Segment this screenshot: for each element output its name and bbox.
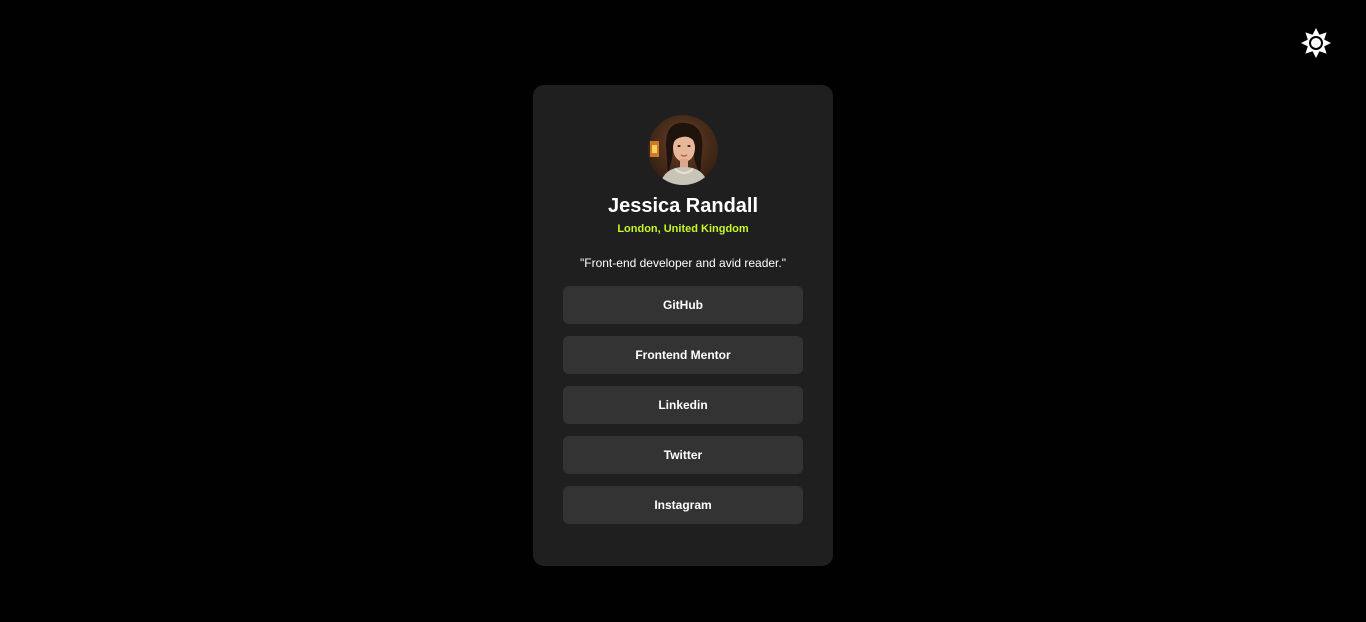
linkedin-link-button[interactable]: Linkedin — [563, 386, 803, 424]
profile-card: Jessica Randall London, United Kingdom "… — [533, 85, 833, 566]
sun-icon — [1301, 28, 1331, 58]
profile-name: Jessica Randall — [607, 195, 759, 217]
theme-toggle-button[interactable] — [1300, 27, 1332, 59]
profile-bio: "Front-end developer and avid reader." — [580, 256, 786, 270]
instagram-link-button[interactable]: Instagram — [563, 486, 803, 524]
avatar — [648, 115, 718, 185]
profile-location: London, United Kingdom — [617, 223, 749, 235]
twitter-link-button[interactable]: Twitter — [563, 436, 803, 474]
social-links: GitHub Frontend Mentor Linkedin Twitter … — [563, 286, 803, 536]
github-link-button[interactable]: GitHub — [563, 286, 803, 324]
frontend-mentor-link-button[interactable]: Frontend Mentor — [563, 336, 803, 374]
